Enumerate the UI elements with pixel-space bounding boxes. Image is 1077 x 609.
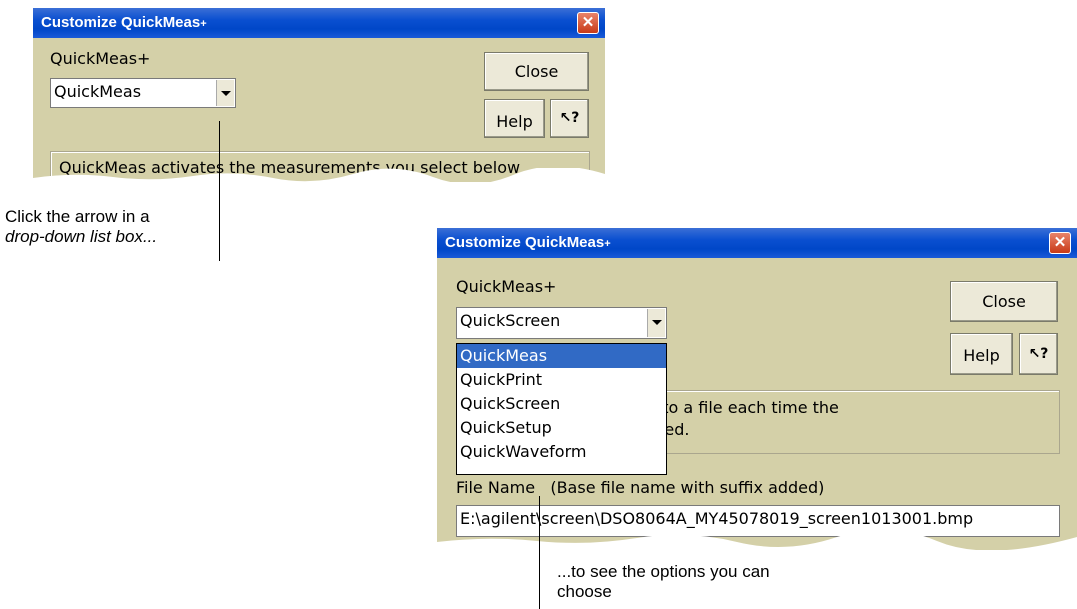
callout-bottom-line1: ...to see the options you can [557,562,770,581]
callout-left-line2: drop-down list box... [5,227,158,246]
dialog-titlebar: Customize QuickMeas+ [33,8,605,38]
chevron-down-icon[interactable] [647,309,665,337]
file-name-label: File Name (Base file name with suffix ad… [456,478,824,497]
help-button[interactable]: Help [484,99,545,138]
close-button[interactable]: Close [950,281,1058,322]
close-icon[interactable]: ✕ [577,12,599,34]
quickmeas-combo[interactable]: QuickScreen [456,307,667,339]
chevron-down-icon[interactable] [216,80,234,106]
whats-this-button[interactable]: ↖? [1019,333,1058,375]
callout-left: Click the arrow in a drop-down list box.… [5,207,157,247]
callout-left-line1: Click the arrow in a [5,207,150,226]
torn-edge [33,168,605,182]
callout-bottom-line2: choose [557,582,612,601]
help-button[interactable]: Help [950,333,1013,375]
dialog-quickscreen: Customize QuickMeas+ ✕ QuickMeas+ QuickS… [437,228,1077,550]
quickmeas-combo[interactable]: QuickMeas [50,78,236,108]
option-quicksetup[interactable]: QuickSetup [457,416,666,440]
dialog-title: Customize QuickMeas [445,234,605,251]
close-icon[interactable]: ✕ [1049,232,1071,254]
callout-line-1 [219,121,220,261]
group-label: QuickMeas+ [50,49,151,68]
quickmeas-dropdown-list[interactable]: QuickMeas QuickPrint QuickScreen QuickSe… [456,343,667,475]
callout-bottom: ...to see the options you can choose [557,562,770,602]
close-button[interactable]: Close [484,52,589,91]
combo-value: QuickScreen [460,311,561,330]
option-quickscreen[interactable]: QuickScreen [457,392,666,416]
dialog-quickmeas: Customize QuickMeas+ ✕ QuickMeas+ QuickM… [33,8,605,182]
combo-value: QuickMeas [54,82,142,101]
option-quickwaveform[interactable]: QuickWaveform [457,440,666,464]
file-name-value: E:\agilent\screen\DSO8064A_MY45078019_sc… [460,509,974,528]
file-name-hint: (Base file name with suffix added) [550,478,825,497]
option-quickmeas[interactable]: QuickMeas [457,344,666,368]
whats-this-button[interactable]: ↖? [550,99,589,138]
group-label: QuickMeas+ [456,277,557,296]
option-quickprint[interactable]: QuickPrint [457,368,666,392]
dialog-title: Customize QuickMeas [41,14,201,31]
file-name-title: File Name [456,478,536,497]
dialog-title-suffix: + [200,18,207,30]
dialog-titlebar: Customize QuickMeas+ [437,228,1077,258]
callout-line-2 [539,496,540,609]
dialog-title-suffix: + [604,238,611,250]
torn-edge [437,529,1077,550]
